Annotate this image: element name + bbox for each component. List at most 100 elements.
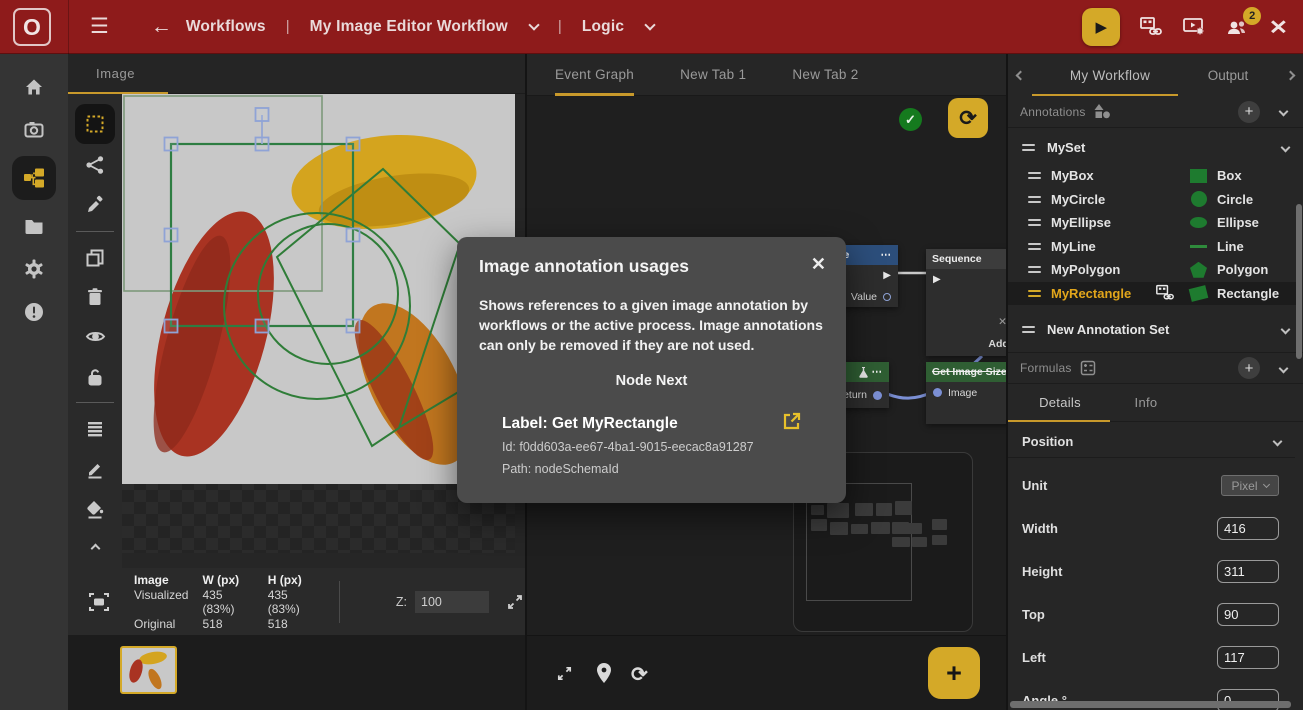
drag-handle-icon[interactable] xyxy=(1028,243,1041,250)
locate-pin-icon[interactable] xyxy=(595,662,613,684)
eyedropper-tool[interactable] xyxy=(77,187,113,223)
node-menu-icon[interactable]: ⋯ xyxy=(881,249,893,261)
collapse-toolbar-button[interactable] xyxy=(77,530,113,566)
collapse-annotations-icon[interactable] xyxy=(1279,107,1289,117)
exec-pin-icon[interactable]: ▶ xyxy=(933,274,941,285)
field-input[interactable] xyxy=(1217,646,1279,669)
field-input[interactable] xyxy=(1217,560,1279,583)
breadcrumb-workflows[interactable]: Workflows xyxy=(186,18,266,36)
tab-new-tab-2[interactable]: New Tab 2 xyxy=(792,54,858,96)
drag-handle-icon[interactable] xyxy=(1022,326,1035,333)
annotation-row[interactable]: MyPolygon Polygon xyxy=(1008,258,1297,282)
exec-pin-icon[interactable]: ▶ xyxy=(883,270,891,281)
sidebar-item-alerts[interactable] xyxy=(23,301,45,323)
collapse-set-icon[interactable] xyxy=(1281,324,1291,334)
remove-socket-icon[interactable]: ✕ xyxy=(998,316,1006,328)
drag-handle-icon[interactable] xyxy=(1028,196,1041,203)
delete-tool[interactable] xyxy=(77,280,113,316)
fill-tool[interactable] xyxy=(77,491,113,527)
annotation-set-new[interactable]: New Annotation Set xyxy=(1008,316,1303,342)
sidebar-item-files[interactable] xyxy=(23,215,45,237)
fit-view-icon[interactable] xyxy=(555,664,574,683)
annotation-row[interactable]: MyEllipse Ellipse xyxy=(1008,211,1297,235)
workflow-name-dropdown[interactable]: My Image Editor Workflow xyxy=(310,18,508,36)
run-workflow-button[interactable]: ▶ xyxy=(1082,8,1120,46)
add-node-button[interactable]: + xyxy=(928,647,980,699)
value-pin-icon[interactable] xyxy=(883,293,891,301)
hamburger-menu-icon[interactable]: ☰ xyxy=(90,14,109,39)
chevron-right-icon[interactable] xyxy=(1286,70,1296,80)
annotation-row[interactable]: MyCircle Circle xyxy=(1008,188,1297,212)
expand-canvas-icon[interactable] xyxy=(505,592,525,612)
graph-bottombar: ⟳ + xyxy=(527,635,1006,710)
collapse-position-icon[interactable] xyxy=(1273,437,1283,447)
screen-settings-icon[interactable] xyxy=(1182,16,1206,38)
position-section-header[interactable]: Position xyxy=(1008,426,1295,458)
position-field-row: Unit Pixel xyxy=(1008,464,1295,507)
fit-frame-icon[interactable] xyxy=(88,591,110,613)
chevron-down-icon[interactable] xyxy=(528,19,539,30)
drag-handle-icon[interactable] xyxy=(1028,219,1041,226)
annotation-set-myset[interactable]: MySet xyxy=(1008,134,1303,160)
tab-image[interactable]: Image xyxy=(96,66,135,81)
draw-tool[interactable] xyxy=(77,451,113,487)
reload-icon[interactable]: ⟳ xyxy=(631,662,648,687)
tab-event-graph[interactable]: Event Graph xyxy=(555,54,634,96)
node-sequence[interactable]: Sequence ▶The The ✕The Add Soc xyxy=(926,249,1006,356)
crossed-tools-icon[interactable]: ✕ xyxy=(1269,15,1288,40)
app-logo[interactable]: O xyxy=(13,8,51,46)
field-input[interactable] xyxy=(1217,603,1279,626)
position-field-row: Height 311 xyxy=(1008,550,1295,593)
tab-info[interactable]: Info xyxy=(1126,395,1166,410)
context-dropdown[interactable]: Logic xyxy=(582,18,624,36)
share-nodes-tool[interactable] xyxy=(77,148,113,184)
drag-handle-icon[interactable] xyxy=(1022,144,1035,151)
sidebar-item-workflow-active[interactable] xyxy=(12,156,56,200)
sync-graph-button[interactable]: ⟳ xyxy=(948,98,988,138)
transparency-checkerboard xyxy=(122,484,515,553)
annotation-type-label: Rectangle xyxy=(1217,286,1287,301)
node-reference-icon[interactable] xyxy=(1153,284,1177,302)
annotation-shape-icon xyxy=(1190,169,1207,183)
layers-tool[interactable] xyxy=(77,411,113,447)
annotation-row[interactable]: MyRectangle Rectangle xyxy=(1008,282,1297,306)
image-thumbnail[interactable] xyxy=(120,646,177,694)
node-get-image-size[interactable]: Get Image Size ImageWid Heig xyxy=(926,362,1006,424)
node-menu-icon[interactable]: ⋯ xyxy=(872,366,884,378)
marquee-select-tool[interactable] xyxy=(75,104,115,144)
chevron-down-icon[interactable] xyxy=(645,19,656,30)
lock-tool[interactable] xyxy=(77,359,113,395)
field-input[interactable] xyxy=(1217,517,1279,540)
add-annotation-set-button[interactable]: + xyxy=(1238,101,1260,123)
collapse-formulas-icon[interactable] xyxy=(1279,363,1289,373)
return-pin-icon[interactable] xyxy=(873,391,882,400)
chevron-left-icon[interactable] xyxy=(1016,70,1026,80)
add-formula-button[interactable]: + xyxy=(1238,357,1260,379)
unit-select[interactable]: Pixel xyxy=(1221,475,1279,496)
duplicate-tool[interactable] xyxy=(77,240,113,276)
drag-handle-icon[interactable] xyxy=(1028,290,1041,297)
drag-handle-icon[interactable] xyxy=(1028,172,1041,179)
close-dialog-icon[interactable]: ✕ xyxy=(811,254,826,275)
zoom-input[interactable] xyxy=(415,591,489,613)
horizontal-scrollbar[interactable] xyxy=(1010,701,1291,708)
tab-new-tab-1[interactable]: New Tab 1 xyxy=(680,54,746,96)
drag-handle-icon[interactable] xyxy=(1028,266,1041,273)
collapse-set-icon[interactable] xyxy=(1281,142,1291,152)
sidebar-item-settings[interactable] xyxy=(23,258,45,280)
add-socket-button[interactable]: Add Soc xyxy=(988,338,1006,350)
sidebar-item-home[interactable] xyxy=(23,76,45,98)
back-arrow-icon[interactable]: ← xyxy=(151,15,172,39)
node-link-icon[interactable] xyxy=(1139,16,1163,38)
annotation-row[interactable]: MyBox Box xyxy=(1008,164,1297,188)
visibility-tool[interactable] xyxy=(77,319,113,355)
tab-my-workflow[interactable]: My Workflow xyxy=(1054,68,1166,83)
open-in-graph-icon[interactable] xyxy=(781,411,802,432)
tab-details[interactable]: Details xyxy=(1026,395,1094,410)
tab-output[interactable]: Output xyxy=(1198,68,1258,83)
vertical-scrollbar[interactable] xyxy=(1296,204,1302,359)
users-icon[interactable]: 2 xyxy=(1225,16,1251,38)
annotation-row[interactable]: MyLine Line xyxy=(1008,235,1297,259)
image-pin-icon[interactable] xyxy=(933,388,942,397)
sidebar-item-camera[interactable] xyxy=(23,119,45,141)
